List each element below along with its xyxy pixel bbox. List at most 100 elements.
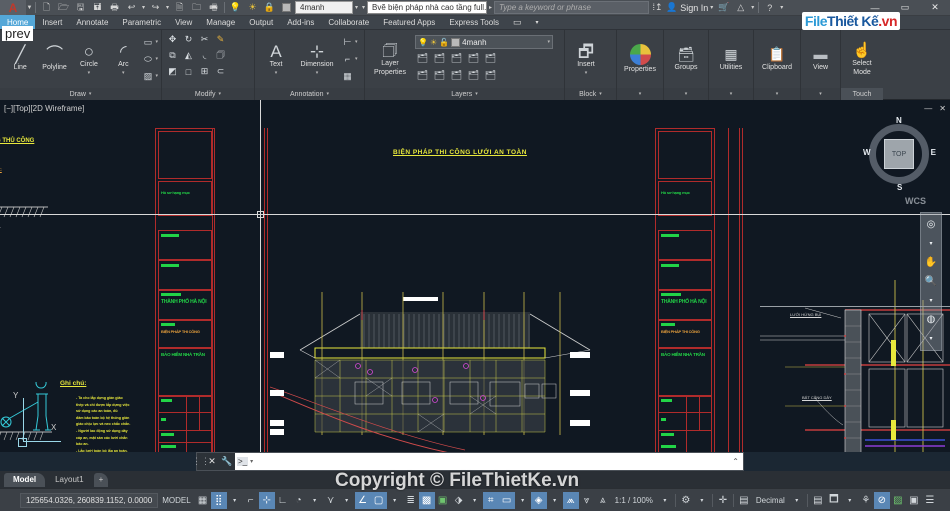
properties-button[interactable]: Properties [622,44,658,74]
circle-button[interactable]: ○ Circle ▾ [72,43,106,76]
units-value[interactable]: Decimal [752,492,789,509]
units-dropdown-icon[interactable]: ▾ [789,492,805,509]
view-button[interactable]: ▬ View [806,46,836,72]
grid-display-button[interactable]: ▦ [195,492,211,509]
view-cube-south-label[interactable]: S [897,183,902,192]
annotation-monitor-button[interactable]: ✛ [715,492,731,509]
layer-unlock-all-icon[interactable]: 🗂 [466,68,481,83]
panel-utilities-chevron-icon[interactable]: ▾ [730,91,733,97]
redo-icon[interactable]: ↪ [147,0,164,15]
navbar-chevron-1-icon[interactable]: ▾ [920,234,942,253]
panel-layers-title[interactable]: Layers ▾ [365,88,564,100]
tab-view[interactable]: View [168,15,199,29]
tab-output[interactable]: Output [242,15,280,29]
annotation-scale-value[interactable]: 1:1 / 100% [611,492,657,509]
redo-chevron-icon[interactable]: ▾ [164,4,171,11]
hardware-acceleration-button[interactable]: ⚘ [858,492,874,509]
panel-view-title[interactable]: ▾ [801,88,840,100]
screen-capture-button[interactable]: ▣ [906,492,922,509]
viewport-minimize-icon[interactable]: — [924,104,932,113]
open-file-icon[interactable]: 🗁 [55,0,72,15]
layer-match-icon[interactable]: 🗂 [432,51,447,66]
iso-dropdown-icon[interactable]: ▾ [339,492,355,509]
color-swatch-icon[interactable] [278,0,295,15]
selection-filter-button[interactable]: ▭ [498,491,515,509]
polyline-button[interactable]: ⌒ Polyline [37,46,71,72]
circle-chevron-icon[interactable]: ▾ [88,70,91,76]
app-menu-button[interactable]: A [0,0,26,16]
3d-object-snap-button[interactable]: ⬗ [451,492,467,509]
layer-freeze-icon[interactable]: 🗂 [449,51,464,66]
leader-icon[interactable]: ⌐ [340,52,355,67]
autoscale-button[interactable]: ⩔ [579,492,595,509]
annotation-scale-button[interactable]: ⩓ [595,492,611,509]
clean-screen-button[interactable]: ⊘ [873,491,890,509]
undo-chevron-icon[interactable]: ▾ [140,4,147,11]
document-name[interactable]: Bvẽ biện pháp nhà cao tầng full... [367,1,487,14]
layer-unlock-icon[interactable]: 🔓 [439,38,449,47]
panel-draw-chevron-icon[interactable]: ▾ [89,91,92,97]
copy-icon[interactable]: ⧉ [165,48,180,63]
table-icon[interactable]: ▦ [340,69,355,84]
undo-icon[interactable]: ↩ [123,0,140,15]
panel-groups-title[interactable]: ▾ [664,88,708,100]
scale-dropdown-icon[interactable]: ▾ [657,492,673,509]
mirror-icon[interactable]: ◭ [181,48,196,63]
tab-annotate[interactable]: Annotate [69,15,115,29]
units-icon[interactable]: ▤ [736,492,752,509]
view-cube-east-label[interactable]: E [931,148,936,157]
command-expand-icon[interactable]: ⌃ [732,457,741,466]
dimension-chevron-icon[interactable]: ▾ [316,70,319,76]
zoom-icon[interactable]: 🔍 [920,272,942,291]
tab-express-tools[interactable]: Express Tools [442,15,506,29]
object-snap-button[interactable]: ▢ [370,491,387,509]
snap-mode-button[interactable]: ⣿ [210,491,227,509]
panel-properties-title[interactable]: ▾ [617,88,663,100]
offset-icon[interactable]: ⊂ [213,64,228,79]
annotation-visibility-button[interactable]: ⩕ [562,491,579,509]
arc-chevron-icon[interactable]: ▾ [122,70,125,76]
select-mode-button[interactable]: ☝ Select Mode [844,42,880,77]
3d-dropdown-icon[interactable]: ▾ [467,492,483,509]
help-chevron-icon[interactable]: ▾ [778,4,785,11]
panel-draw-title[interactable]: Draw ▾ [0,88,161,100]
isolate-dropdown-icon[interactable]: ▾ [842,492,858,509]
panel-annotation-title[interactable]: Annotation ▾ [255,88,364,100]
trim-icon[interactable]: ✂ [197,32,212,47]
linear-dim-icon[interactable]: ⊢ [340,35,355,50]
scale-icon[interactable]: □ [181,64,196,79]
object-snap-tracking-button[interactable]: ∠ [354,491,371,509]
help-icon[interactable]: ? [761,0,778,15]
layer-quick-chevron-icon[interactable]: ▾ [353,4,360,11]
text-chevron-icon[interactable]: ▾ [275,70,278,76]
panel-annotation-chevron-icon[interactable]: ▾ [326,91,329,97]
add-layout-button[interactable]: + [93,472,109,487]
panel-properties-chevron-icon[interactable]: ▾ [639,91,642,97]
tab-model[interactable]: Model [4,472,46,487]
rotate-icon[interactable]: ↻ [181,32,196,47]
graphics-performance-button[interactable]: ▨ [890,492,906,509]
array-icon[interactable]: 🗇 [213,48,228,63]
close-button[interactable]: ✕ [920,0,950,16]
panel-groups-chevron-icon[interactable]: ▾ [685,91,688,97]
steering-wheel-icon[interactable]: ◎ [920,215,942,234]
panel-block-title[interactable]: Block ▾ [565,88,616,100]
command-line[interactable]: ⋮⋮ ✕ 🔧 >_ ▾ ⌃ [192,452,744,471]
rectangle-chevron-icon[interactable]: ▾ [156,39,159,45]
clipboard-button[interactable]: 📋 Clipboard [759,46,795,72]
panel-modify-chevron-icon[interactable]: ▾ [219,91,222,97]
panel-touch-title[interactable]: Touch [841,88,883,100]
ellipse-icon[interactable]: ⬭ [141,52,156,67]
quick-properties-button[interactable]: ▤ [810,492,826,509]
wcs-label[interactable]: WCS [905,196,926,206]
layer-properties-button[interactable]: 🗇 Layer Properties [368,42,412,77]
view-cube[interactable]: TOP N S E W [863,116,936,192]
utilities-button[interactable]: ▦ Utilities [713,46,749,72]
lightbulb-icon[interactable]: 💡 [227,0,244,15]
layer-dropdown-chevron-icon[interactable]: ▾ [547,39,550,45]
panel-clipboard-chevron-icon[interactable]: ▾ [776,91,779,97]
wrench-icon[interactable]: 🔧 [219,456,235,467]
isometric-drafting-button[interactable]: ⋎ [323,492,339,509]
fillet-icon[interactable]: ◟ [197,48,212,63]
pan-hand-icon[interactable]: ✋ [920,253,942,272]
